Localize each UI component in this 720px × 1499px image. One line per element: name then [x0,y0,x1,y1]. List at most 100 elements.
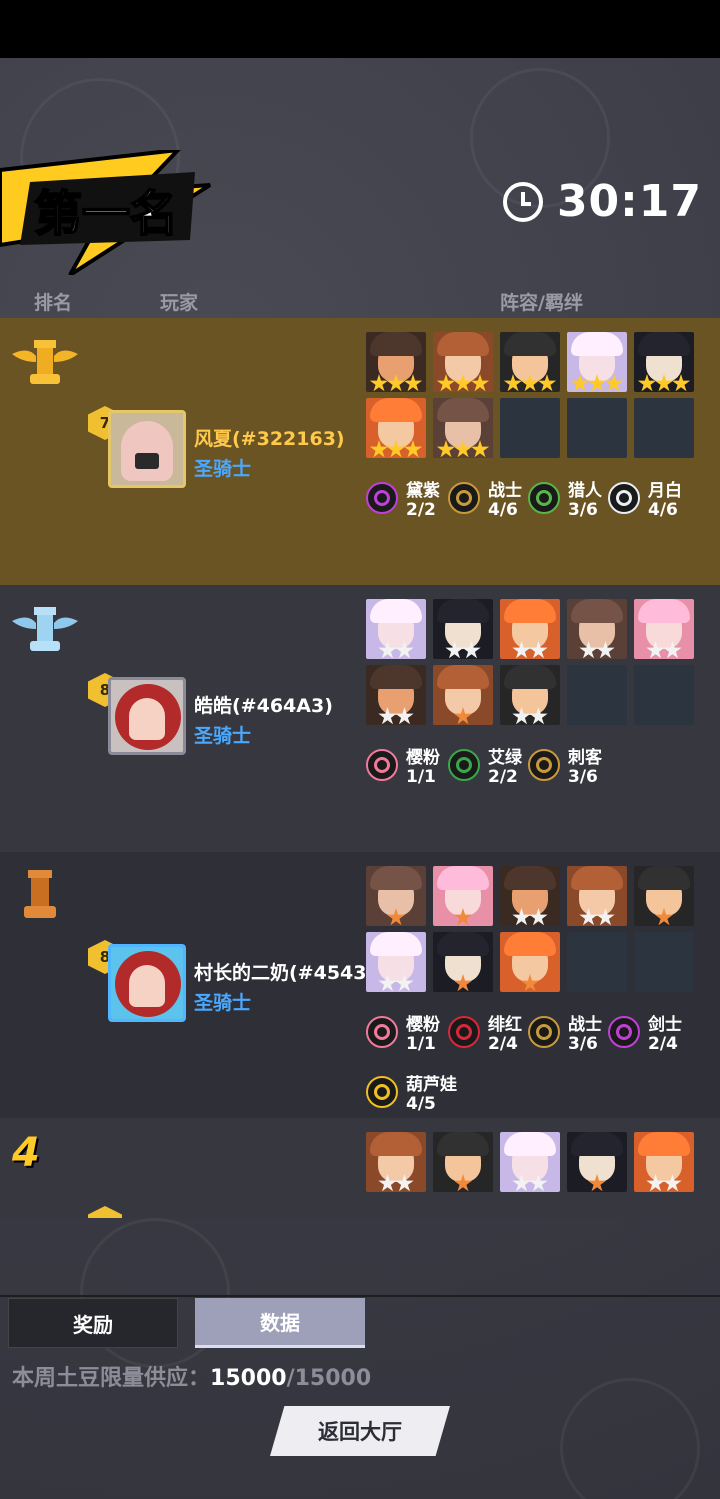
bond-count: 2/2 [488,767,518,787]
bond-item[interactable]: 刺客 3/6 [528,745,612,791]
bond-count: 2/4 [488,1034,518,1054]
bond-item[interactable]: 剑士 2/4 [608,1012,692,1058]
hero-portrait [366,866,426,926]
empty-hero-slot [634,932,694,992]
hero-portrait [433,332,493,392]
player-name: 村长的二奶(#4543 [194,962,367,984]
star-icon [512,641,531,659]
star-icon [378,974,397,992]
star-icon [436,374,456,392]
star-icon [369,440,389,458]
star-rating [634,641,694,659]
tab-data[interactable]: 数据 [195,1298,365,1348]
bond-item[interactable]: 艾绿 2/2 [448,745,532,791]
star-icon [537,374,557,392]
col-lineup: 阵容/羁绊 [500,292,583,314]
bond-count: 1/1 [406,767,436,787]
hero-portrait [634,866,694,926]
star-rating [433,374,493,392]
rank-title-banner: 第一名 [0,150,212,275]
star-icon [512,908,531,926]
player-class: 圣骑士 [194,992,252,1014]
bond-name: 绯红 [488,1015,522,1035]
empty-hero-slot [634,398,694,458]
ranking-row-1[interactable]: 7 666 风夏(#322163) 圣骑士 黛紫2/2战士4/6猎人3/6月白4… [0,318,720,585]
empty-hero-slot [500,398,560,458]
star-icon [512,707,531,725]
star-icon [520,374,540,392]
empty-hero-slot [567,398,627,458]
bond-item[interactable]: 樱粉 1/1 [366,745,450,791]
star-rating [500,707,560,725]
empty-hero-slot [634,665,694,725]
avatar[interactable] [108,944,186,1022]
bond-item[interactable]: 樱粉 1/1 [366,1012,450,1058]
ranking-list[interactable]: 7 666 风夏(#322163) 圣骑士 黛紫2/2战士4/6猎人3/6月白4… [0,318,720,1218]
tab-reward[interactable]: 奖励 [8,1298,178,1348]
hero-portrait [500,866,560,926]
star-icon [512,1174,531,1192]
hero-portrait [567,1132,627,1192]
star-rating [567,1174,627,1192]
hero-portrait [500,332,560,392]
star-icon [453,908,473,926]
ranking-row-4[interactable]: 4 [0,1118,720,1218]
hero-portrait [634,332,694,392]
assassin-icon [528,749,560,781]
bond-name: 樱粉 [406,1015,440,1035]
star-icon [604,374,624,392]
hero-portrait [500,599,560,659]
star-icon [378,707,397,725]
star-icon [386,908,406,926]
star-icon [654,374,674,392]
avatar[interactable] [108,677,186,755]
bond-name: 战士 [488,481,522,501]
star-rating [433,1174,493,1192]
star-icon [579,641,598,659]
player-class: 圣骑士 [194,725,252,747]
hero-portrait [634,599,694,659]
star-icon [436,440,456,458]
back-to-lobby-button[interactable]: 返回大厅 [270,1406,450,1456]
star-icon [386,440,406,458]
bond-item[interactable]: 猎人 3/6 [528,478,612,524]
bond-item[interactable]: 战士 3/6 [528,1012,612,1058]
star-rating [634,374,694,392]
hero-portrait [366,398,426,458]
empty-hero-slot [567,932,627,992]
star-icon [395,707,414,725]
hero-portrait [567,332,627,392]
bond-item[interactable]: 葫芦娃 4/5 [366,1072,457,1118]
bond-name: 艾绿 [488,748,522,768]
star-rating [567,641,627,659]
bond-count: 3/6 [568,767,598,787]
ranking-row-2[interactable]: 8 皓皓(#464A3) 圣骑士 樱粉 1/1 艾绿 2/2 刺客 3/6 [0,585,720,852]
col-rank: 排名 [34,292,73,314]
star-icon [529,908,548,926]
bond-item[interactable]: 战士 4/6 [448,478,532,524]
ranking-row-3[interactable]: 8 村长的二奶(#4543 圣骑士 樱粉 1/1 绯红 2/4 战士 3/6 剑士 2/4 葫芦… [0,852,720,1118]
bond-count: 4/6 [488,500,518,520]
bond-item[interactable]: 黛紫 2/2 [366,478,450,524]
bond-count: 2/4 [648,1034,678,1054]
star-icon [503,374,523,392]
sword-icon [608,1016,640,1048]
bond-item[interactable]: 绯红 2/4 [448,1012,532,1058]
hero-portrait [433,932,493,992]
star-icon [395,974,414,992]
hero-portrait [366,1132,426,1192]
warrior-icon [448,482,480,514]
star-rating [634,908,694,926]
avatar[interactable] [108,410,186,488]
star-rating [500,641,560,659]
star-icon [445,641,464,659]
bond-item[interactable]: 月白 4/6 [608,478,692,524]
clock-icon [502,181,543,222]
player-name: 皓皓(#464A3) [194,695,333,717]
star-icon [663,1174,682,1192]
gold-rook-wings-icon [12,340,78,384]
timer-text: 30:17 [556,176,702,227]
bond-name: 樱粉 [406,748,440,768]
sakura-icon [366,749,398,781]
purple-swirl-icon [366,482,398,514]
